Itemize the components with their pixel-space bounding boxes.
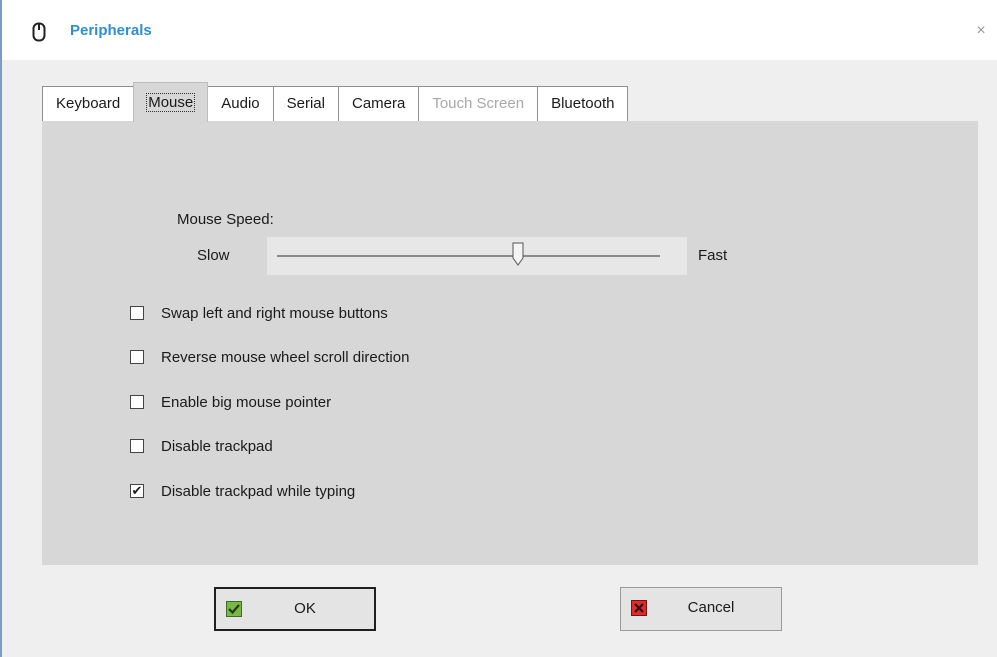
- tab-mouse[interactable]: Mouse: [133, 82, 209, 122]
- cancel-button[interactable]: Cancel: [620, 587, 782, 631]
- tab-label: Serial: [286, 95, 325, 112]
- checkbox[interactable]: [130, 395, 144, 409]
- tab-audio[interactable]: Audio: [207, 86, 274, 122]
- tab-label: Bluetooth: [551, 95, 615, 112]
- disable-trackpad-typing-option[interactable]: ✔ Disable trackpad while typing: [130, 480, 355, 502]
- tab-keyboard[interactable]: Keyboard: [42, 86, 135, 122]
- option-label: Enable big mouse pointer: [161, 393, 332, 411]
- tab-label: Mouse: [146, 93, 196, 112]
- tab-label: Touch Screen: [432, 95, 525, 112]
- tab-label: Keyboard: [56, 95, 121, 112]
- tab-touch-screen: Touch Screen: [418, 86, 539, 122]
- mouse-speed-label: Mouse Speed:: [177, 211, 274, 228]
- fast-label: Fast: [698, 247, 728, 264]
- tab-bar: Keyboard Mouse Audio Serial Camera Touch…: [42, 82, 629, 122]
- option-label: Reverse mouse wheel scroll direction: [161, 348, 410, 366]
- checkbox[interactable]: [130, 350, 144, 364]
- checkbox[interactable]: ✔: [130, 484, 144, 498]
- option-label: Swap left and right mouse buttons: [161, 304, 388, 322]
- ok-label: OK: [294, 600, 316, 617]
- option-label: Disable trackpad while typing: [161, 482, 356, 500]
- close-icon[interactable]: ×: [973, 23, 989, 39]
- option-label: Disable trackpad: [161, 437, 273, 455]
- peripherals-dialog: Peripherals × Keyboard Mouse Audio Seria…: [0, 0, 997, 657]
- tab-camera[interactable]: Camera: [337, 86, 420, 122]
- mouse-icon: [32, 22, 46, 42]
- slider-handle[interactable]: [512, 242, 524, 266]
- tab-label: Camera: [351, 95, 406, 112]
- disable-trackpad-option[interactable]: Disable trackpad: [130, 435, 273, 457]
- slow-label: Slow: [197, 247, 230, 264]
- tab-bluetooth[interactable]: Bluetooth: [537, 86, 629, 122]
- tab-label: Audio: [221, 95, 260, 112]
- big-pointer-option[interactable]: Enable big mouse pointer: [130, 391, 331, 413]
- checkbox[interactable]: [130, 306, 144, 320]
- reverse-scroll-option[interactable]: Reverse mouse wheel scroll direction: [130, 346, 409, 368]
- mouse-settings-panel: Mouse Speed: Slow Fast Swap left and rig…: [42, 121, 978, 565]
- tab-serial[interactable]: Serial: [272, 86, 339, 122]
- ok-button[interactable]: OK: [214, 587, 376, 631]
- slider-track: [277, 255, 660, 257]
- title-bar: Peripherals ×: [2, 0, 997, 60]
- swap-buttons-option[interactable]: Swap left and right mouse buttons: [130, 302, 388, 324]
- cancel-label: Cancel: [687, 599, 735, 616]
- mouse-speed-slider[interactable]: [267, 237, 687, 275]
- checkbox[interactable]: [130, 439, 144, 453]
- window-title: Peripherals: [70, 22, 152, 39]
